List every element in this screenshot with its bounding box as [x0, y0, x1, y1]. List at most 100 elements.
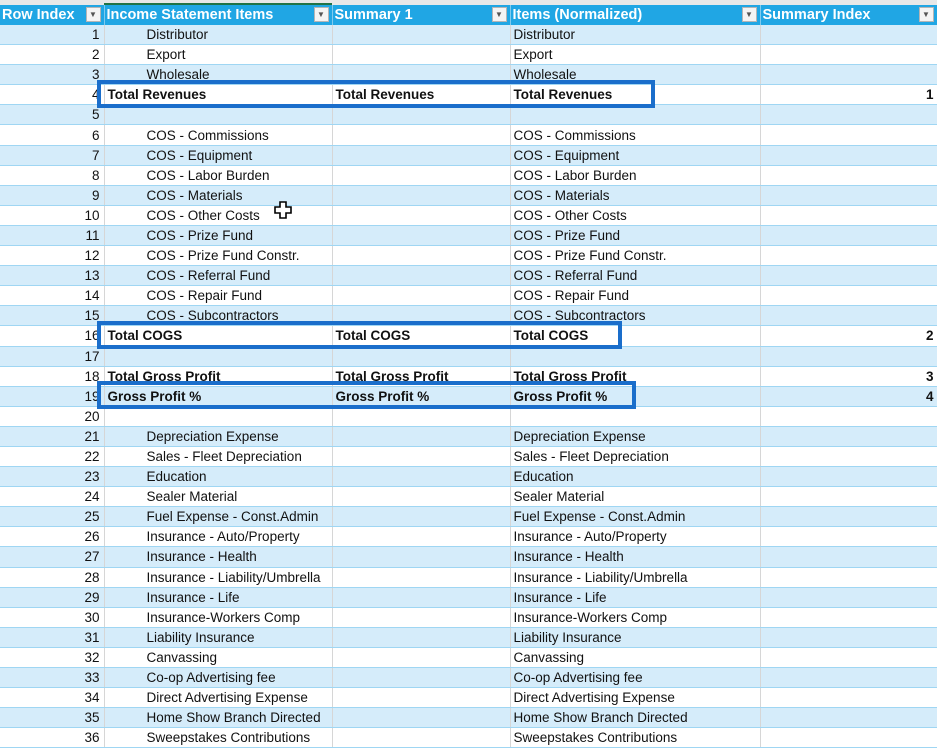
summary-1-cell[interactable]: [332, 285, 511, 307]
summary-1-cell[interactable]: [332, 546, 511, 568]
row-index-cell[interactable]: 8: [0, 165, 105, 186]
income-statement-item-cell[interactable]: Insurance - Health: [104, 546, 333, 568]
row-index-cell[interactable]: 30: [0, 607, 105, 628]
row-index-cell[interactable]: 29: [0, 587, 105, 608]
summary-1-cell[interactable]: [332, 506, 511, 528]
income-statement-item-cell[interactable]: [104, 346, 333, 367]
summary-1-cell[interactable]: [332, 165, 511, 186]
row-index-cell[interactable]: 11: [0, 225, 105, 247]
income-statement-item-cell[interactable]: Sales - Fleet Depreciation: [104, 446, 333, 468]
items-normalized-cell[interactable]: [510, 346, 761, 367]
income-statement-item-cell[interactable]: Insurance-Workers Comp: [104, 607, 333, 628]
income-statement-item-cell[interactable]: COS - Referral Fund: [104, 265, 333, 287]
items-normalized-cell[interactable]: COS - Prize Fund Constr.: [510, 245, 761, 267]
column-header-summary-1[interactable]: Summary 1 ▼: [332, 5, 511, 25]
items-normalized-cell[interactable]: COS - Materials: [510, 185, 761, 206]
summary-1-cell[interactable]: [332, 446, 511, 468]
items-normalized-cell[interactable]: COS - Subcontractors: [510, 305, 761, 327]
summary-1-cell[interactable]: Total Gross Profit: [332, 366, 511, 387]
items-normalized-cell[interactable]: Sweepstakes Contributions: [510, 727, 761, 748]
income-statement-item-cell[interactable]: Education: [104, 466, 333, 488]
row-index-cell[interactable]: 23: [0, 466, 105, 488]
row-index-cell[interactable]: 15: [0, 305, 105, 327]
summary-index-cell[interactable]: [760, 687, 937, 709]
summary-1-cell[interactable]: Gross Profit %: [332, 386, 511, 407]
summary-1-cell[interactable]: [332, 205, 511, 226]
items-normalized-cell[interactable]: Sales - Fleet Depreciation: [510, 446, 761, 468]
items-normalized-cell[interactable]: Wholesale: [510, 64, 761, 86]
items-normalized-cell[interactable]: Total Gross Profit: [510, 366, 761, 387]
summary-1-cell[interactable]: [332, 466, 511, 488]
summary-index-cell[interactable]: [760, 486, 937, 508]
summary-index-cell[interactable]: [760, 64, 937, 86]
items-normalized-cell[interactable]: Direct Advertising Expense: [510, 687, 761, 709]
summary-1-cell[interactable]: [332, 245, 511, 267]
summary-index-cell[interactable]: [760, 145, 937, 166]
summary-index-cell[interactable]: [760, 426, 937, 447]
row-index-cell[interactable]: 31: [0, 627, 105, 648]
items-normalized-cell[interactable]: Insurance - Liability/Umbrella: [510, 567, 761, 588]
income-statement-item-cell[interactable]: Sealer Material: [104, 486, 333, 508]
summary-1-cell[interactable]: [332, 185, 511, 206]
summary-1-cell[interactable]: [332, 64, 511, 86]
items-normalized-cell[interactable]: Sealer Material: [510, 486, 761, 508]
items-normalized-cell[interactable]: [510, 406, 761, 427]
income-statement-item-cell[interactable]: Wholesale: [104, 64, 333, 86]
items-normalized-cell[interactable]: Gross Profit %: [510, 386, 761, 407]
row-index-cell[interactable]: 5: [0, 104, 105, 126]
summary-1-cell[interactable]: Total Revenues: [332, 84, 511, 106]
items-normalized-cell[interactable]: COS - Labor Burden: [510, 165, 761, 186]
row-index-cell[interactable]: 13: [0, 265, 105, 287]
income-statement-item-cell[interactable]: Depreciation Expense: [104, 426, 333, 447]
income-statement-item-cell[interactable]: Distributor: [104, 25, 333, 46]
items-normalized-cell[interactable]: Home Show Branch Directed: [510, 707, 761, 729]
row-index-cell[interactable]: 9: [0, 185, 105, 206]
summary-1-cell[interactable]: [332, 346, 511, 367]
items-normalized-cell[interactable]: Insurance - Auto/Property: [510, 526, 761, 548]
income-statement-item-cell[interactable]: Canvassing: [104, 647, 333, 669]
summary-index-cell[interactable]: [760, 285, 937, 307]
income-statement-item-cell[interactable]: Liability Insurance: [104, 627, 333, 648]
summary-1-cell[interactable]: [332, 647, 511, 669]
items-normalized-cell[interactable]: Distributor: [510, 25, 761, 46]
row-index-cell[interactable]: 14: [0, 285, 105, 307]
row-index-cell[interactable]: 34: [0, 687, 105, 709]
income-statement-item-cell[interactable]: Sweepstakes Contributions: [104, 727, 333, 748]
summary-index-cell[interactable]: [760, 607, 937, 628]
items-normalized-cell[interactable]: Depreciation Expense: [510, 426, 761, 447]
items-normalized-cell[interactable]: Insurance-Workers Comp: [510, 607, 761, 628]
summary-1-cell[interactable]: [332, 406, 511, 427]
items-normalized-cell[interactable]: COS - Referral Fund: [510, 265, 761, 287]
row-index-cell[interactable]: 4: [0, 84, 105, 106]
income-statement-item-cell[interactable]: COS - Repair Fund: [104, 285, 333, 307]
row-index-cell[interactable]: 3: [0, 64, 105, 86]
items-normalized-cell[interactable]: Total Revenues: [510, 84, 761, 106]
summary-1-cell[interactable]: [332, 567, 511, 588]
row-index-cell[interactable]: 33: [0, 667, 105, 689]
income-statement-item-cell[interactable]: Gross Profit %: [104, 386, 333, 407]
summary-index-cell[interactable]: [760, 647, 937, 669]
summary-index-cell[interactable]: [760, 587, 937, 608]
summary-index-cell[interactable]: [760, 406, 937, 427]
items-normalized-cell[interactable]: Education: [510, 466, 761, 488]
row-index-cell[interactable]: 19: [0, 386, 105, 407]
summary-1-cell[interactable]: [332, 526, 511, 548]
row-index-cell[interactable]: 35: [0, 707, 105, 729]
summary-1-cell[interactable]: [332, 145, 511, 166]
summary-1-cell[interactable]: [332, 44, 511, 66]
row-index-cell[interactable]: 18: [0, 366, 105, 387]
row-index-cell[interactable]: 32: [0, 647, 105, 669]
row-index-cell[interactable]: 28: [0, 567, 105, 588]
income-statement-item-cell[interactable]: COS - Prize Fund: [104, 225, 333, 247]
items-normalized-cell[interactable]: COS - Prize Fund: [510, 225, 761, 247]
row-index-cell[interactable]: 36: [0, 727, 105, 748]
row-index-cell[interactable]: 16: [0, 325, 105, 347]
income-statement-item-cell[interactable]: Total COGS: [104, 325, 333, 347]
summary-1-cell[interactable]: [332, 687, 511, 709]
income-statement-item-cell[interactable]: Co-op Advertising fee: [104, 667, 333, 689]
filter-dropdown-icon[interactable]: ▼: [491, 7, 507, 22]
summary-1-cell[interactable]: [332, 124, 511, 146]
items-normalized-cell[interactable]: Total COGS: [510, 325, 761, 347]
summary-1-cell[interactable]: [332, 265, 511, 287]
items-normalized-cell[interactable]: COS - Equipment: [510, 145, 761, 166]
